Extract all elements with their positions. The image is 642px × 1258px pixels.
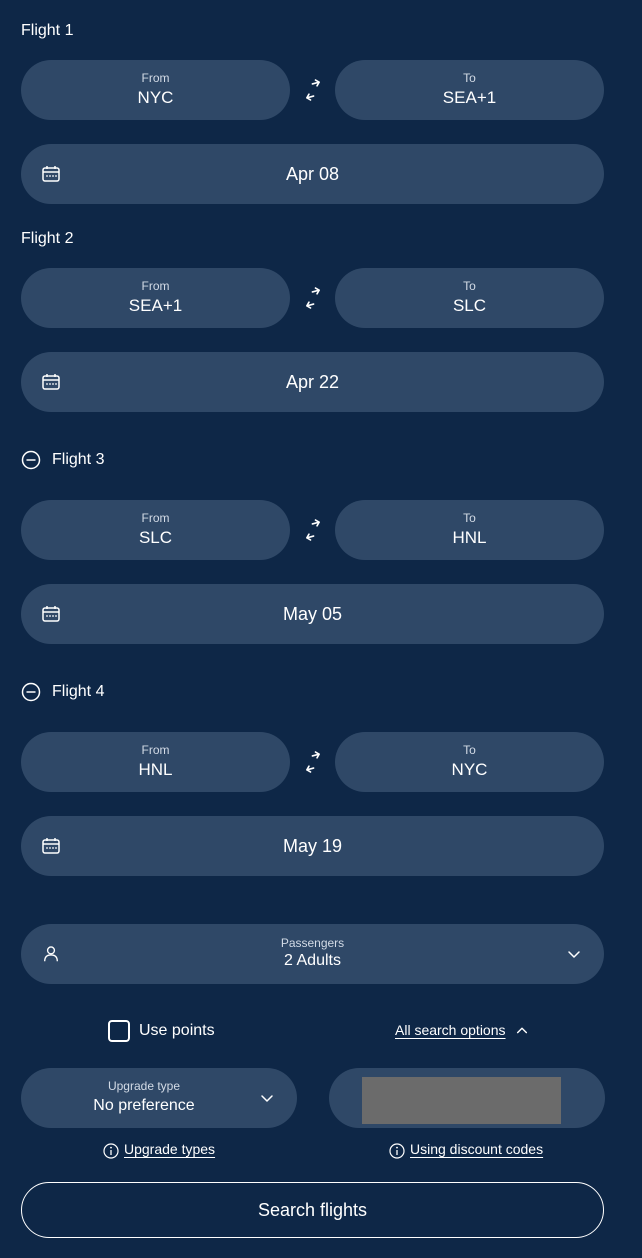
flight-2-from-field[interactable]: From SEA+1 bbox=[21, 268, 290, 328]
search-flights-label: Search flights bbox=[257, 1199, 368, 1220]
swap-arrows-icon[interactable] bbox=[302, 751, 324, 773]
flight-heading-label: Flight 1 bbox=[21, 22, 74, 39]
from-label: From bbox=[141, 71, 170, 85]
to-label: To bbox=[463, 511, 476, 525]
to-label: To bbox=[463, 279, 476, 293]
flight-1-heading: Flight 1 bbox=[21, 22, 73, 40]
upgrade-type-value: No preference bbox=[93, 1097, 195, 1114]
to-value: NYC bbox=[451, 760, 488, 779]
calendar-icon bbox=[42, 606, 60, 622]
person-icon bbox=[44, 946, 58, 962]
flight-3-from-field[interactable]: From SLC bbox=[21, 500, 290, 560]
date-value: Apr 22 bbox=[285, 372, 340, 392]
from-label: From bbox=[141, 743, 170, 757]
flight-4-heading: Flight 4 bbox=[21, 682, 104, 702]
flight-1-to-field[interactable]: To SEA+1 bbox=[335, 60, 604, 120]
flight-4-from-field[interactable]: From HNL bbox=[21, 732, 290, 792]
to-value: SLC bbox=[452, 296, 487, 315]
flight-2-to-field[interactable]: To SLC bbox=[335, 268, 604, 328]
swap-arrows-icon[interactable] bbox=[302, 519, 324, 541]
to-value: HNL bbox=[452, 528, 487, 547]
passengers-select[interactable]: Passengers 2 Adults bbox=[21, 924, 604, 984]
chevron-down-icon bbox=[261, 1095, 273, 1102]
flight-2-date-field[interactable]: Apr 22 bbox=[21, 352, 604, 412]
upgrade-type-select[interactable]: Upgrade type No preference bbox=[21, 1068, 297, 1128]
to-value: SEA+1 bbox=[442, 88, 497, 107]
to-label: To bbox=[463, 71, 476, 85]
chevron-down-icon bbox=[568, 951, 580, 958]
flight-3-to-field[interactable]: To HNL bbox=[335, 500, 604, 560]
flight-3-heading: Flight 3 bbox=[21, 450, 104, 470]
from-value: SLC bbox=[138, 528, 173, 547]
upgrade-types-link[interactable]: Upgrade types bbox=[124, 1141, 215, 1157]
calendar-icon bbox=[42, 166, 60, 182]
to-label: To bbox=[463, 743, 476, 757]
info-icon bbox=[103, 1143, 119, 1159]
flight-2-heading: Flight 2 bbox=[21, 230, 73, 248]
flight-1-date-field[interactable]: Apr 08 bbox=[21, 144, 604, 204]
flight-4-date-field[interactable]: May 19 bbox=[21, 816, 604, 876]
date-value: Apr 08 bbox=[285, 164, 340, 184]
all-search-options-link[interactable]: All search options bbox=[395, 1022, 506, 1038]
info-icon bbox=[389, 1143, 405, 1159]
flight-heading-label: Flight 3 bbox=[52, 451, 105, 468]
passengers-label: Passengers bbox=[280, 936, 345, 950]
date-value: May 19 bbox=[282, 836, 343, 856]
from-label: From bbox=[141, 511, 170, 525]
flight-1-from-field[interactable]: From NYC bbox=[21, 60, 290, 120]
use-points-label: Use points bbox=[139, 1022, 215, 1039]
passengers-value: 2 Adults bbox=[284, 952, 341, 969]
flight-3-date-field[interactable]: May 05 bbox=[21, 584, 604, 644]
from-value: SEA+1 bbox=[128, 296, 183, 315]
use-points-checkbox[interactable] bbox=[108, 1020, 130, 1042]
calendar-icon bbox=[42, 838, 60, 854]
search-flights-button[interactable]: Search flights bbox=[21, 1182, 604, 1238]
flight-heading-label: Flight 2 bbox=[21, 230, 74, 247]
calendar-icon bbox=[42, 374, 60, 390]
date-value: May 05 bbox=[282, 604, 343, 624]
discount-codes-link[interactable]: Using discount codes bbox=[410, 1141, 543, 1157]
flight-4-to-field[interactable]: To NYC bbox=[335, 732, 604, 792]
from-label: From bbox=[141, 279, 170, 293]
swap-arrows-icon[interactable] bbox=[302, 79, 324, 101]
redacted-block bbox=[362, 1077, 561, 1124]
from-value: NYC bbox=[137, 88, 174, 107]
flight-heading-label: Flight 4 bbox=[52, 683, 105, 700]
remove-flight-icon[interactable] bbox=[21, 682, 41, 702]
remove-flight-icon[interactable] bbox=[21, 450, 41, 470]
from-value: HNL bbox=[138, 760, 173, 779]
swap-arrows-icon[interactable] bbox=[302, 287, 324, 309]
chevron-up-icon[interactable] bbox=[515, 1023, 529, 1037]
upgrade-type-label: Upgrade type bbox=[107, 1079, 181, 1093]
